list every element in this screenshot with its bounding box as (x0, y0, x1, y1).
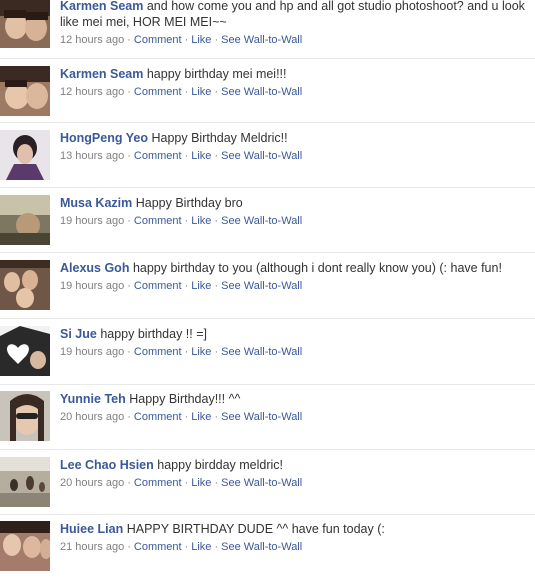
like-link[interactable]: Like (191, 477, 211, 489)
wall-post: Yunnie Teh Happy Birthday!!! ^^ 20 hours… (0, 385, 535, 450)
wall-to-wall-link[interactable]: See Wall-to-Wall (221, 150, 302, 162)
separator: · (184, 411, 189, 423)
like-link[interactable]: Like (191, 150, 211, 162)
separator: · (127, 86, 131, 98)
post-message: Happy Birthday bro (135, 196, 243, 210)
post-timestamp: 19 hours ago (60, 280, 125, 292)
comment-link[interactable]: Comment (134, 541, 182, 553)
avatar[interactable] (0, 260, 50, 310)
separator: · (127, 411, 131, 423)
wall-to-wall-link[interactable]: See Wall-to-Wall (221, 280, 302, 292)
post-author-link[interactable]: HongPeng Yeo (60, 131, 148, 145)
post-author-link[interactable]: Lee Chao Hsien (60, 458, 154, 472)
separator: · (127, 541, 131, 553)
post-message: happy birdday meldric! (157, 458, 284, 472)
post-timestamp: 20 hours ago (60, 477, 125, 489)
wall-to-wall-link[interactable]: See Wall-to-Wall (221, 477, 302, 489)
post-timestamp: 19 hours ago (60, 215, 125, 227)
comment-link[interactable]: Comment (134, 280, 182, 292)
post-message: happy birthday to you (although i dont r… (132, 261, 502, 275)
separator: · (214, 541, 219, 553)
post-author-link[interactable]: Yunnie Teh (60, 392, 126, 406)
wall-to-wall-link[interactable]: See Wall-to-Wall (221, 411, 302, 423)
separator: · (184, 86, 189, 98)
wall-to-wall-link[interactable]: See Wall-to-Wall (221, 34, 302, 46)
post-message: Happy Birthday!!! ^^ (129, 392, 241, 406)
post-author-link[interactable]: Karmen Seam (60, 0, 143, 13)
like-link[interactable]: Like (191, 86, 211, 98)
post-message: happy birthday !! =] (100, 327, 207, 341)
separator: · (214, 411, 219, 423)
comment-link[interactable]: Comment (134, 150, 182, 162)
avatar[interactable] (0, 66, 50, 116)
like-link[interactable]: Like (191, 411, 211, 423)
separator: · (214, 477, 219, 489)
separator: · (127, 477, 131, 489)
separator: · (184, 280, 189, 292)
wall-post: Alexus Goh happy birthday to you (althou… (0, 253, 535, 319)
avatar[interactable] (0, 457, 50, 507)
like-link[interactable]: Like (191, 215, 211, 227)
separator: · (127, 346, 131, 358)
avatar[interactable] (0, 391, 50, 441)
post-timestamp: 12 hours ago (60, 86, 125, 98)
post-timestamp: 21 hours ago (60, 541, 125, 553)
like-link[interactable]: Like (191, 34, 211, 46)
separator: · (127, 150, 131, 162)
avatar[interactable] (0, 521, 50, 571)
post-timestamp: 13 hours ago (60, 150, 125, 162)
separator: · (127, 34, 131, 46)
post-timestamp: 19 hours ago (60, 346, 125, 358)
separator: · (127, 215, 131, 227)
post-author-link[interactable]: Si Jue (60, 327, 97, 341)
separator: · (214, 280, 219, 292)
separator: · (214, 215, 219, 227)
wall-to-wall-link[interactable]: See Wall-to-Wall (221, 541, 302, 553)
wall-post: Si Jue happy birthday !! =] 19 hours ago… (0, 319, 535, 385)
comment-link[interactable]: Comment (134, 477, 182, 489)
post-author-link[interactable]: Musa Kazim (60, 196, 132, 210)
post-timestamp: 20 hours ago (60, 411, 125, 423)
separator: · (184, 34, 189, 46)
separator: · (214, 150, 219, 162)
comment-link[interactable]: Comment (134, 34, 182, 46)
like-link[interactable]: Like (191, 346, 211, 358)
comment-link[interactable]: Comment (134, 215, 182, 227)
separator: · (184, 150, 189, 162)
like-link[interactable]: Like (191, 280, 211, 292)
comment-link[interactable]: Comment (134, 346, 182, 358)
post-author-link[interactable]: Alexus Goh (60, 261, 129, 275)
comment-link[interactable]: Comment (134, 86, 182, 98)
post-author-link[interactable]: Huiee Lian (60, 522, 123, 536)
wall-to-wall-link[interactable]: See Wall-to-Wall (221, 346, 302, 358)
avatar[interactable] (0, 130, 50, 180)
wall-to-wall-link[interactable]: See Wall-to-Wall (221, 86, 302, 98)
like-link[interactable]: Like (191, 541, 211, 553)
wall-post: Huiee Lian HAPPY BIRTHDAY DUDE ^^ have f… (0, 515, 535, 580)
avatar[interactable] (0, 195, 50, 245)
separator: · (184, 215, 189, 227)
avatar[interactable] (0, 0, 50, 48)
wall-post: Musa Kazim Happy Birthday bro 19 hours a… (0, 188, 535, 253)
separator: · (184, 541, 189, 553)
separator: · (214, 346, 219, 358)
separator: · (184, 346, 189, 358)
comment-link[interactable]: Comment (134, 411, 182, 423)
separator: · (127, 280, 131, 292)
avatar[interactable] (0, 326, 50, 376)
wall-to-wall-link[interactable]: See Wall-to-Wall (221, 215, 302, 227)
post-author-link[interactable]: Karmen Seam (60, 67, 143, 81)
separator: · (214, 34, 219, 46)
wall-post: HongPeng Yeo Happy Birthday Meldric!! 13… (0, 123, 535, 188)
wall-post: Lee Chao Hsien happy birdday meldric! 20… (0, 450, 535, 515)
separator: · (184, 477, 189, 489)
post-message: happy birthday mei mei!!! (146, 67, 287, 81)
post-message: HAPPY BIRTHDAY DUDE ^^ have fun today (: (126, 522, 385, 536)
separator: · (214, 86, 219, 98)
post-message: Happy Birthday Meldric!! (151, 131, 288, 145)
post-timestamp: 12 hours ago (60, 34, 125, 46)
wall-post: Karmen Seam and how come you and hp and … (0, 0, 535, 59)
wall-post: Karmen Seam happy birthday mei mei!!! 12… (0, 59, 535, 123)
